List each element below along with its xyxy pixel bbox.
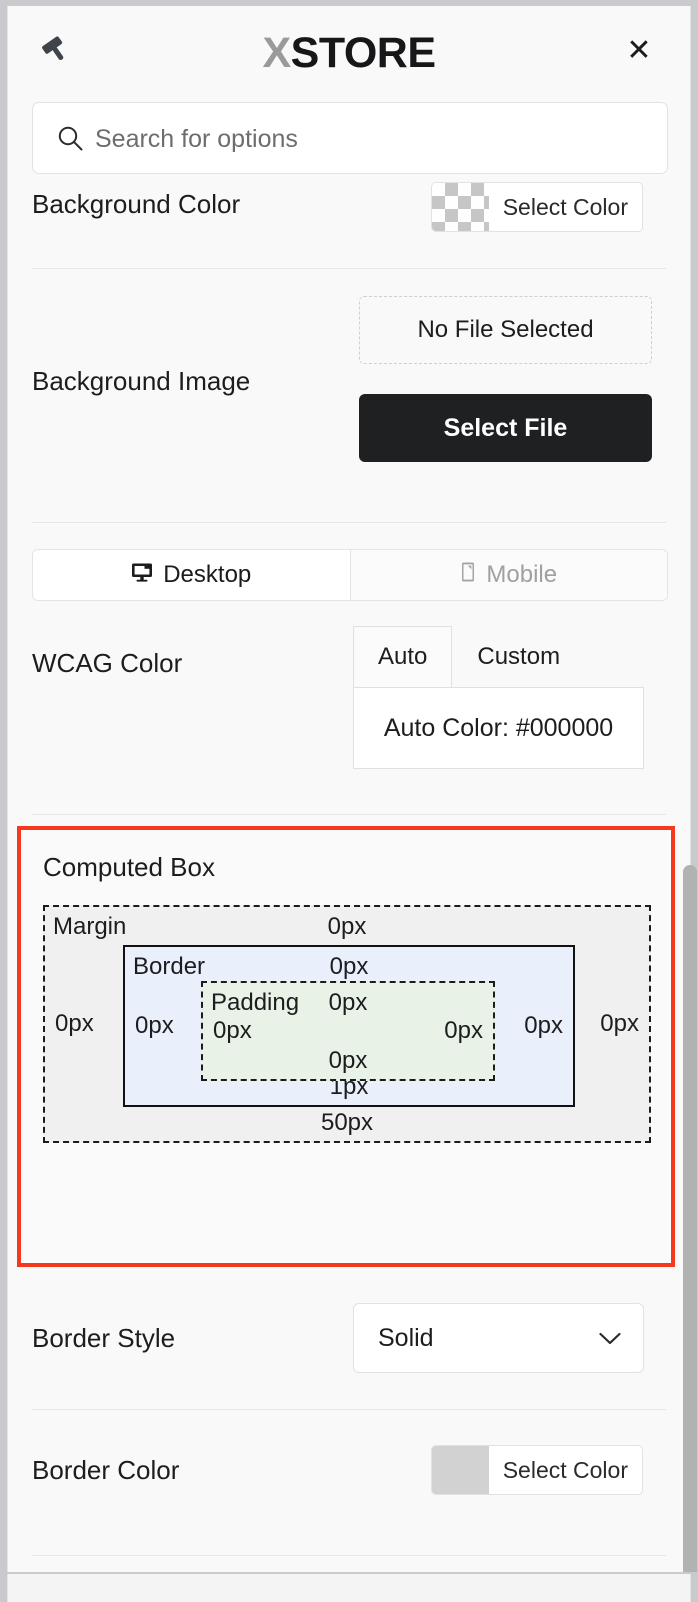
border-color-label: Border Color [32, 1455, 180, 1485]
box-model-border: Border 0px 0px 0px 1px Padding 0px 0px 0… [123, 945, 575, 1107]
search-icon [57, 125, 83, 151]
padding-bottom-value: 0px [328, 1047, 368, 1074]
border-color-button-label: Select Color [502, 1456, 628, 1483]
panel-scrollbar-track[interactable] [682, 6, 698, 1580]
device-tab-mobile-label: Mobile [486, 561, 558, 588]
wcag-tab-custom[interactable]: Custom [452, 626, 585, 688]
padding-top-value: 0px [328, 989, 368, 1016]
close-icon[interactable]: ✕ [624, 36, 654, 66]
border-label: Border [133, 953, 206, 980]
device-toggle: Desktop Mobile [32, 549, 668, 601]
mobile-phone-icon [460, 561, 476, 590]
device-tab-desktop[interactable]: Desktop [33, 550, 351, 600]
background-color-picker[interactable]: Select Color [431, 182, 643, 232]
border-right-value: 0px [524, 1012, 563, 1039]
app-viewport: XSTORE ✕ Background Color Select Color [0, 0, 698, 1602]
brand-logo: XSTORE [8, 28, 690, 78]
margin-bottom-value: 50px [320, 1109, 374, 1136]
border-style-label: Border Style [32, 1323, 176, 1353]
background-color-swatch [432, 183, 489, 231]
margin-top-value: 0px [327, 913, 367, 940]
wcag-auto-color-panel: Auto Color: #000000 [353, 687, 644, 769]
border-style-value: Solid [378, 1323, 434, 1352]
divider-5 [32, 1555, 666, 1556]
select-file-button[interactable]: Select File [359, 394, 652, 462]
wcag-tabs: Auto Custom [353, 626, 585, 688]
desktop-monitor-icon [131, 561, 153, 589]
box-model-margin: Margin 0px 0px 0px 50px Border 0px 0px 0… [43, 905, 651, 1143]
border-left-value: 0px [135, 1012, 174, 1039]
chevron-down-icon [599, 1332, 621, 1345]
background-color-button-label: Select Color [502, 193, 628, 220]
device-tab-desktop-label: Desktop [163, 561, 252, 588]
margin-left-value: 0px [55, 1010, 94, 1037]
padding-right-value: 0px [444, 1017, 483, 1044]
divider-2 [32, 522, 666, 523]
margin-label: Margin [53, 913, 127, 940]
background-image-dropzone[interactable]: No File Selected [359, 296, 652, 364]
logo-wordmark: STORE [290, 29, 436, 77]
padding-left-value: 0px [213, 1017, 252, 1044]
row-border-style: Border Style Solid [8, 1303, 690, 1383]
padding-label: Padding [211, 989, 300, 1016]
background-image-label: Background Image [32, 366, 251, 396]
margin-right-value: 0px [600, 1010, 639, 1037]
row-background-image: Background Image No File Selected Select… [8, 296, 690, 486]
computed-box-section: Computed Box Margin 0px 0px 0px 50px Bor… [17, 826, 675, 1267]
options-panel: XSTORE ✕ Background Color Select Color [7, 6, 691, 1572]
window-bottom-chrome [0, 1572, 698, 1602]
wcag-tab-auto-label: Auto [378, 643, 428, 670]
divider-4 [32, 1409, 666, 1410]
panel-footer-bar [7, 1574, 691, 1602]
search-bar[interactable] [32, 102, 668, 175]
search-input[interactable] [93, 103, 657, 175]
divider-1 [32, 268, 666, 269]
logo-x-mark: X [262, 29, 291, 77]
border-style-select[interactable]: Solid [353, 1303, 644, 1373]
wcag-tab-custom-label: Custom [477, 643, 561, 670]
row-background-color: Background Color Select Color [8, 182, 690, 252]
border-top-value: 0px [329, 953, 369, 980]
device-tab-mobile[interactable]: Mobile [350, 550, 667, 600]
divider-3 [32, 814, 666, 815]
computed-box-title: Computed Box [43, 852, 215, 882]
row-border-color: Border Color Select Color [8, 1441, 690, 1511]
background-color-label: Background Color [32, 189, 241, 219]
panel-header: XSTORE ✕ [8, 6, 690, 94]
row-wcag-color: WCAG Color Auto Custom Auto Color: #0000… [8, 620, 690, 810]
panel-scrollbar-thumb[interactable] [683, 865, 697, 1580]
wcag-tab-auto[interactable]: Auto [353, 626, 453, 688]
border-color-picker[interactable]: Select Color [431, 1445, 643, 1495]
border-color-swatch [432, 1446, 489, 1494]
wcag-color-label: WCAG Color [32, 648, 183, 678]
box-model-padding: Padding 0px 0px 0px 0px [201, 981, 495, 1081]
